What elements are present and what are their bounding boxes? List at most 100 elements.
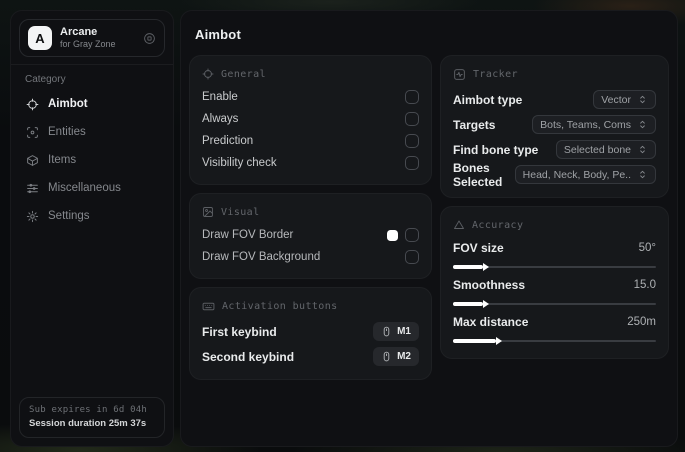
fov-size-slider[interactable] xyxy=(453,263,656,271)
brand-text: Arcane for Gray Zone xyxy=(60,26,116,50)
tracker-row-find-bone-type: Find bone type Selected bone xyxy=(453,137,656,162)
slider-value: 50° xyxy=(638,242,656,254)
sidebar-item-aimbot[interactable]: Aimbot xyxy=(11,90,173,118)
slider-label: Max distance xyxy=(453,315,529,329)
second-keybind-button[interactable]: M2 xyxy=(373,347,419,366)
sidebar-item-label: Items xyxy=(48,154,77,166)
sidebar-item-miscellaneous[interactable]: Miscellaneous xyxy=(11,174,173,202)
tracker-label: Targets xyxy=(453,117,496,132)
card-header-label: Tracker xyxy=(473,69,518,80)
setting-row-fov-background: Draw FOV Background xyxy=(202,246,419,268)
slider-label: Smoothness xyxy=(453,278,526,292)
sidebar-item-entities[interactable]: Entities xyxy=(11,118,173,146)
sidebar: A Arcane for Gray Zone Category Aimbot E… xyxy=(10,10,174,447)
find-bone-type-select[interactable]: Selected bone xyxy=(555,140,656,159)
chevrons-up-down-icon xyxy=(637,119,648,130)
keybind-row-first: First keybind M1 xyxy=(202,319,419,344)
accuracy-card: Accuracy FOV size 50° Smoothness 15.0 Ma… xyxy=(440,206,669,359)
select-value: Selected bone xyxy=(563,143,631,156)
sidebar-item-label: Settings xyxy=(48,210,90,222)
targets-select[interactable]: Bots, Teams, Coms xyxy=(532,115,656,134)
prediction-checkbox[interactable] xyxy=(405,134,419,148)
setting-label: Visibility check xyxy=(202,157,277,169)
fov-border-checkbox[interactable] xyxy=(405,228,419,242)
app-logo: A xyxy=(28,26,52,50)
chevrons-up-down-icon xyxy=(637,144,648,155)
crosshair-icon xyxy=(26,98,39,111)
sliders-icon xyxy=(26,182,39,195)
card-header-label: General xyxy=(221,68,266,80)
select-value: Vector xyxy=(601,93,631,106)
mouse-icon xyxy=(381,326,392,337)
app-name: Arcane xyxy=(60,26,98,38)
slider-row-max-distance: Max distance 250m xyxy=(453,311,656,333)
scan-eye-icon xyxy=(26,126,39,139)
keyboard-icon xyxy=(202,300,215,313)
slider-row-fov-size: FOV size 50° xyxy=(453,237,656,259)
crosshair-icon xyxy=(202,68,214,80)
setting-row-fov-border: Draw FOV Border xyxy=(202,224,419,246)
sidebar-nav: Aimbot Entities Items Miscellaneous Sett… xyxy=(11,88,173,232)
fov-border-color-swatch[interactable] xyxy=(387,229,398,241)
sidebar-item-label: Entities xyxy=(48,126,86,138)
card-header-label: Activation buttons xyxy=(222,301,338,312)
max-distance-slider[interactable] xyxy=(453,337,656,345)
game-background: A Arcane for Gray Zone Category Aimbot E… xyxy=(0,0,685,452)
slider-fill xyxy=(453,300,490,308)
smoothness-slider[interactable] xyxy=(453,300,656,308)
sidebar-item-items[interactable]: Items xyxy=(11,146,173,174)
app-subtitle: for Gray Zone xyxy=(60,39,116,49)
power-icon[interactable] xyxy=(143,32,156,45)
chevrons-up-down-icon xyxy=(637,94,648,105)
activation-buttons-card: Activation buttons First keybind M1 Seco… xyxy=(189,287,432,380)
setting-label: Draw FOV Border xyxy=(202,229,294,241)
fov-background-checkbox[interactable] xyxy=(405,250,419,264)
slider-value: 15.0 xyxy=(633,279,656,291)
slider-fill xyxy=(453,263,490,271)
chevrons-up-down-icon xyxy=(637,169,648,180)
subscription-info: Sub expires in 6d 04h Session duration 2… xyxy=(19,397,165,438)
enable-checkbox[interactable] xyxy=(405,90,419,104)
package-icon xyxy=(26,154,39,167)
tracker-label: Find bone type xyxy=(453,142,539,157)
main-panel: Aimbot General Enable Always Prediction … xyxy=(180,10,678,447)
tracker-label: Aimbot type xyxy=(453,92,523,107)
gear-icon xyxy=(26,210,39,223)
triangle-icon xyxy=(453,219,465,231)
sidebar-header: A Arcane for Gray Zone xyxy=(11,11,173,65)
tracker-row-targets: Targets Bots, Teams, Coms xyxy=(453,112,656,137)
tracker-row-bones-selected: Bones Selected Head, Neck, Body, Pe.. xyxy=(453,160,656,189)
aimbot-type-select[interactable]: Vector xyxy=(593,90,656,109)
select-value: Head, Neck, Body, Pe.. xyxy=(522,168,631,181)
visual-card: Visual Draw FOV Border Draw FOV Backgrou… xyxy=(189,193,432,279)
bones-selected-select[interactable]: Head, Neck, Body, Pe.. xyxy=(514,165,656,184)
keybind-value: M1 xyxy=(397,326,411,337)
first-keybind-button[interactable]: M1 xyxy=(373,322,419,341)
tracker-label: Bones Selected xyxy=(453,160,503,189)
setting-label: Always xyxy=(202,113,239,125)
category-label: Category xyxy=(25,74,66,85)
sidebar-item-settings[interactable]: Settings xyxy=(11,202,173,230)
tracker-card: Tracker Aimbot type Vector Targets Bots,… xyxy=(440,55,669,198)
setting-row-prediction: Prediction xyxy=(202,130,419,152)
slider-value: 250m xyxy=(627,316,656,328)
mouse-icon xyxy=(381,351,392,362)
setting-label: Draw FOV Background xyxy=(202,251,321,263)
keybind-label: First keybind xyxy=(202,324,277,339)
setting-row-always: Always xyxy=(202,108,419,130)
visibility-check-checkbox[interactable] xyxy=(405,156,419,170)
tracker-row-aimbot-type: Aimbot type Vector xyxy=(453,87,656,112)
setting-row-enable: Enable xyxy=(202,86,419,108)
sidebar-item-label: Aimbot xyxy=(48,98,88,110)
always-checkbox[interactable] xyxy=(405,112,419,126)
keybind-label: Second keybind xyxy=(202,349,295,364)
setting-row-visibility-check: Visibility check xyxy=(202,152,419,174)
image-icon xyxy=(202,206,214,218)
select-value: Bots, Teams, Coms xyxy=(540,118,631,131)
page-title: Aimbot xyxy=(195,27,241,42)
slider-row-smoothness: Smoothness 15.0 xyxy=(453,274,656,296)
brand-card: A Arcane for Gray Zone xyxy=(19,19,165,57)
keybind-row-second: Second keybind M2 xyxy=(202,344,419,369)
session-duration-text: Session duration 25m 37s xyxy=(29,418,147,429)
keybind-value: M2 xyxy=(397,351,411,362)
